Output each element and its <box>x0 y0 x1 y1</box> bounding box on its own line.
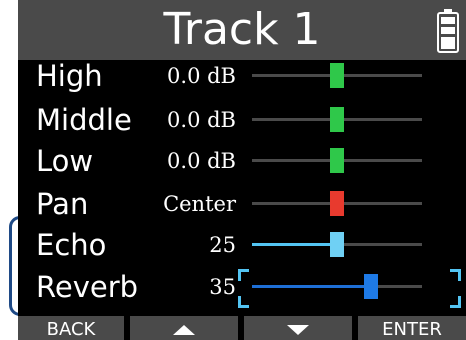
row-pan[interactable]: Pan Center <box>18 183 466 225</box>
slider-handle[interactable] <box>330 232 344 257</box>
row-label: Reverb <box>36 270 139 304</box>
selection-bracket-top-left-icon <box>238 269 249 281</box>
row-value: 35 <box>209 275 236 299</box>
screen: Track 1 High 0.0 dB Middle 0.0 dB Low 0.… <box>0 0 466 340</box>
slider-track[interactable] <box>252 285 422 288</box>
selection-bracket-bottom-right-icon <box>450 296 461 308</box>
row-low[interactable]: Low 0.0 dB <box>18 140 466 182</box>
row-label: Pan <box>36 187 89 221</box>
slider-handle[interactable] <box>330 107 344 132</box>
slider-handle[interactable] <box>330 148 344 173</box>
softkey-bar: BACK ENTER <box>18 316 466 340</box>
slider-handle[interactable] <box>330 63 344 88</box>
battery-full-icon <box>437 9 459 53</box>
enter-button[interactable]: ENTER <box>358 316 466 340</box>
selection-bracket-top-right-icon <box>450 269 461 281</box>
row-value: Center <box>163 192 236 216</box>
row-echo[interactable]: Echo 25 <box>18 224 466 266</box>
row-value: 0.0 dB <box>167 108 236 132</box>
row-value: 0.0 dB <box>167 149 236 173</box>
device-display: Track 1 High 0.0 dB Middle 0.0 dB Low 0.… <box>18 0 466 340</box>
row-label: Middle <box>36 103 132 137</box>
page-title: Track 1 <box>163 4 321 55</box>
back-button[interactable]: BACK <box>18 316 124 340</box>
slider-fill <box>252 285 371 288</box>
row-high[interactable]: High 0.0 dB <box>18 55 466 97</box>
row-reverb[interactable]: Reverb 35 <box>18 266 466 308</box>
down-button[interactable] <box>244 316 352 340</box>
selection-bracket-bottom-left-icon <box>238 296 249 308</box>
header-bar: Track 1 <box>18 0 466 60</box>
slider-handle[interactable] <box>364 274 378 299</box>
up-button[interactable] <box>130 316 238 340</box>
triangle-up-icon <box>173 325 195 335</box>
row-label: Low <box>36 144 94 178</box>
triangle-down-icon <box>287 325 309 335</box>
slider-fill <box>252 243 337 246</box>
slider-handle[interactable] <box>330 191 344 216</box>
row-value: 0.0 dB <box>167 64 236 88</box>
row-value: 25 <box>209 233 236 257</box>
row-label: High <box>36 59 103 93</box>
row-middle[interactable]: Middle 0.0 dB <box>18 99 466 141</box>
row-label: Echo <box>36 228 107 262</box>
